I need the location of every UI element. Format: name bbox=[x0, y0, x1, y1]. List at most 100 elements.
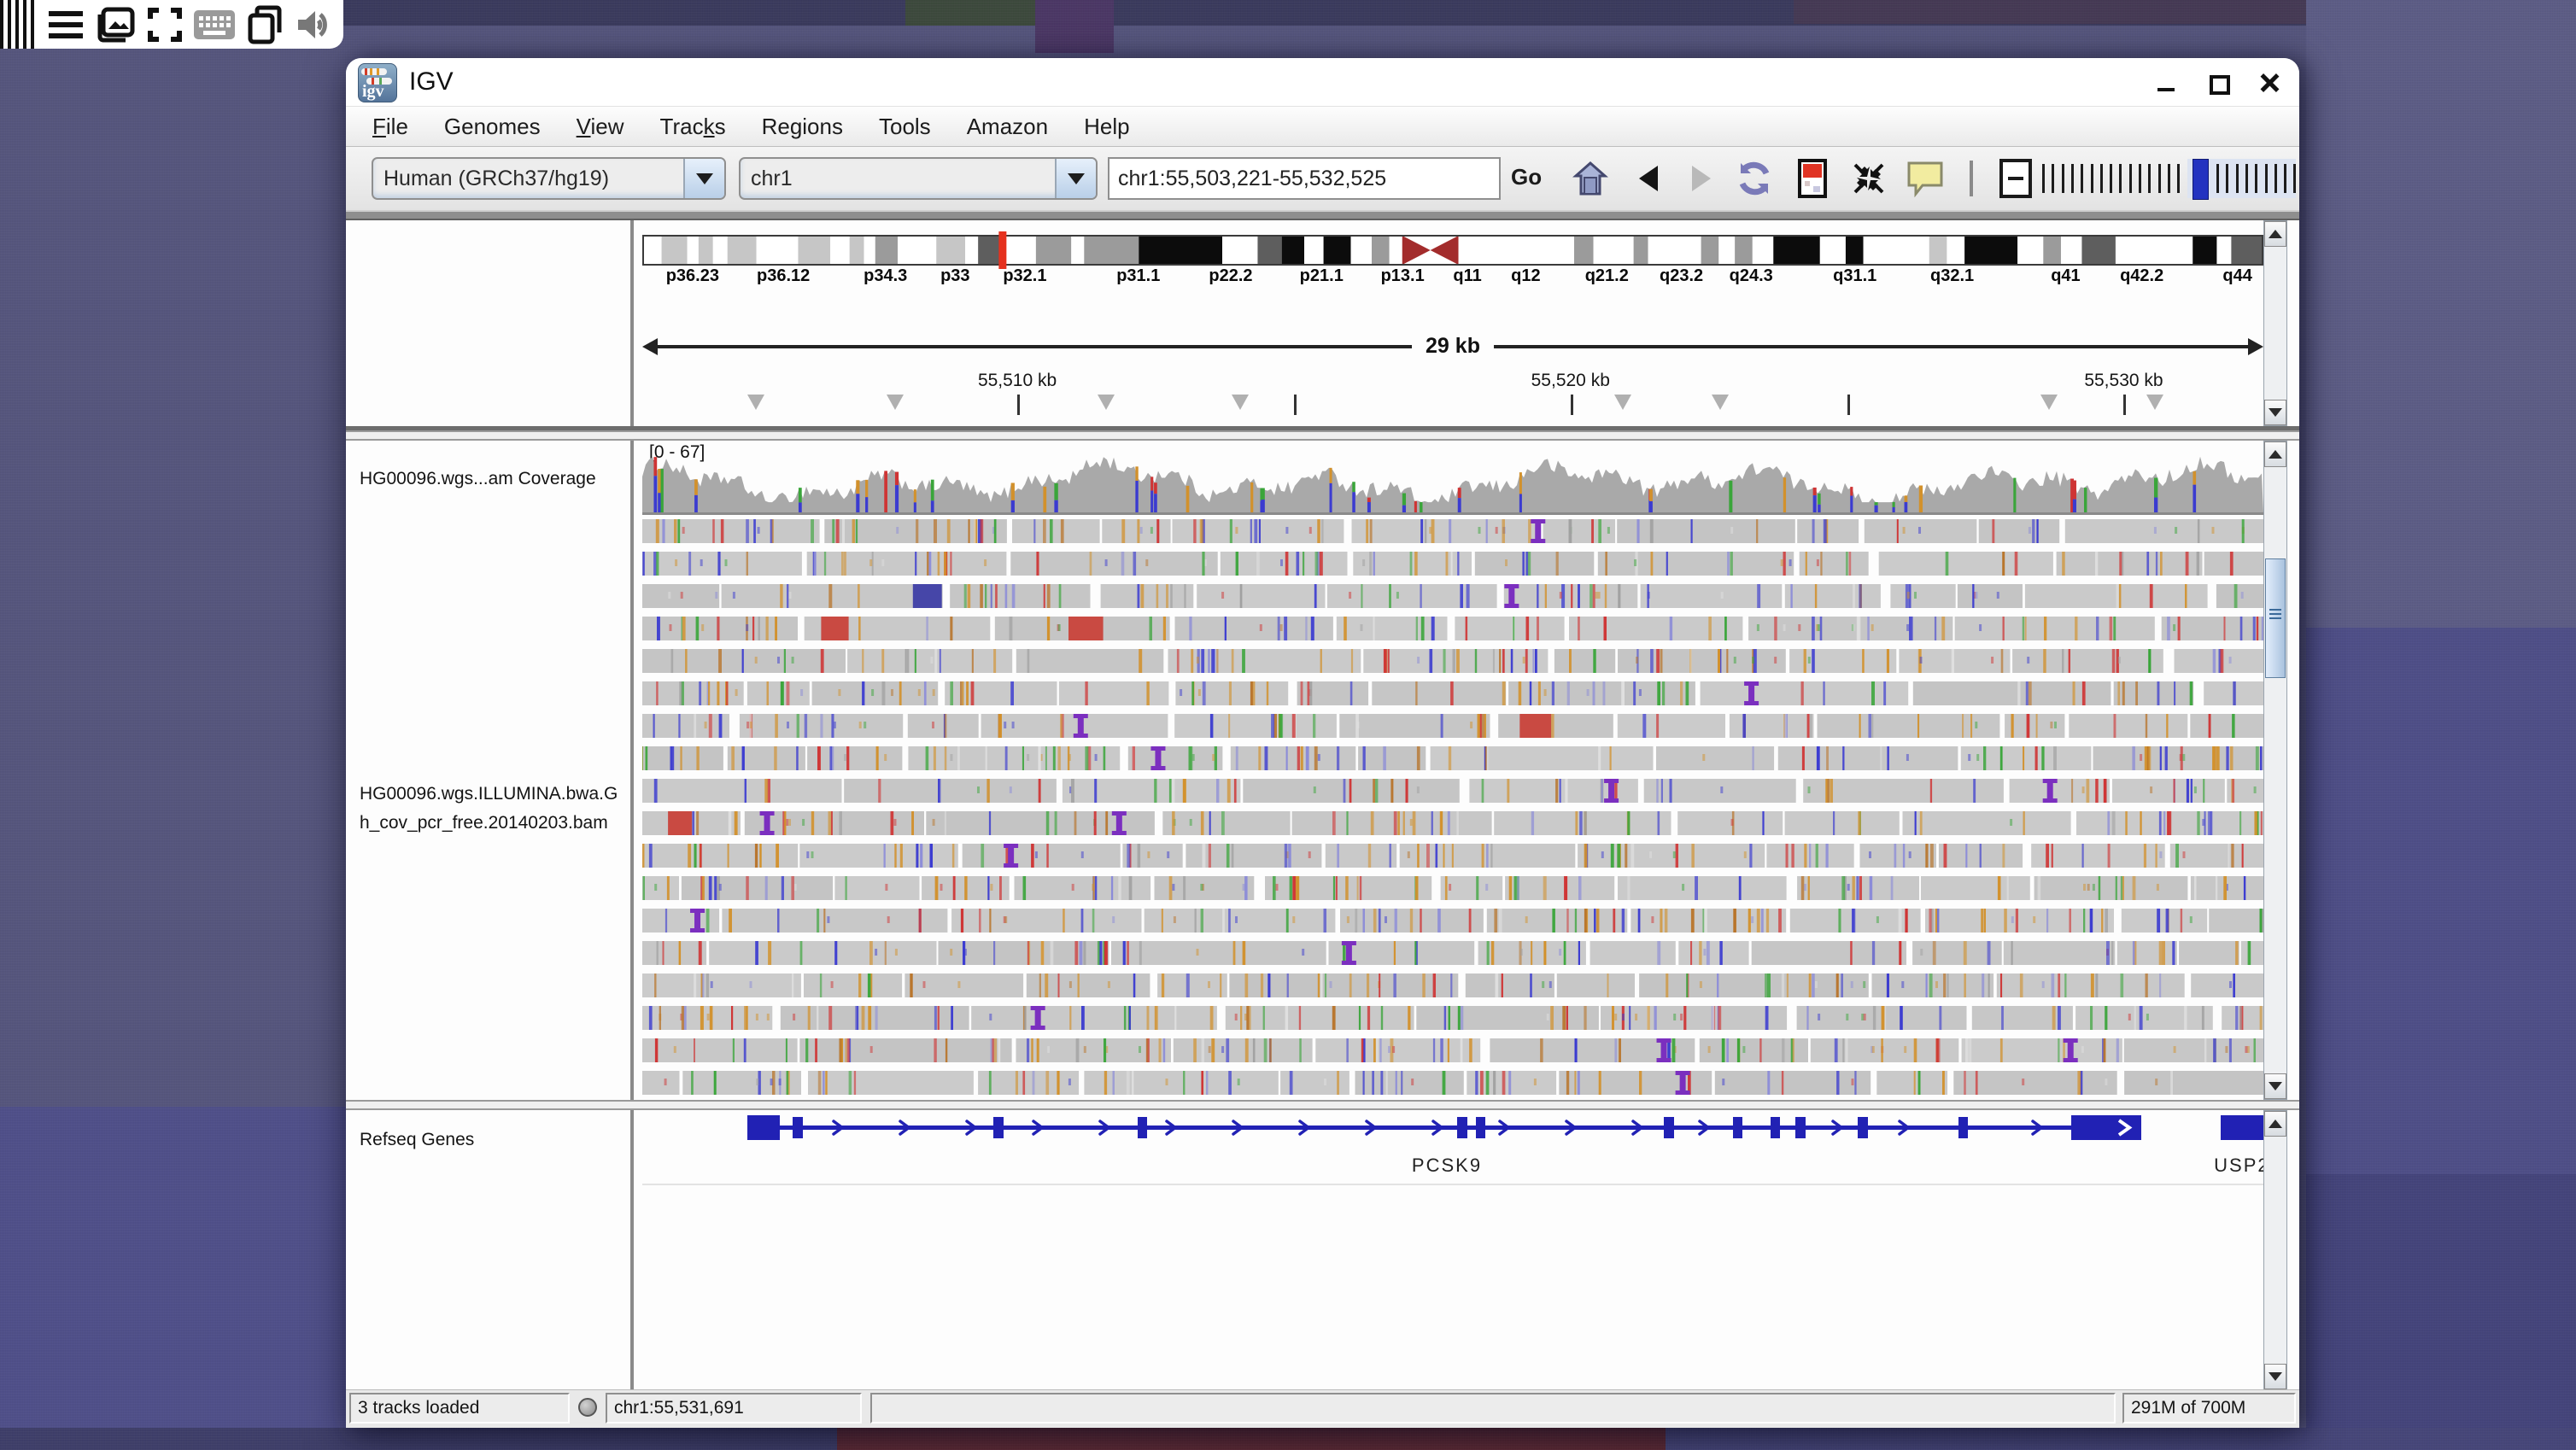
close-button[interactable] bbox=[2258, 72, 2280, 94]
read[interactable] bbox=[1557, 973, 1635, 997]
panel-splitter[interactable] bbox=[346, 430, 2299, 441]
roi-marker-icon[interactable] bbox=[747, 395, 764, 410]
menu-file[interactable]: File bbox=[354, 114, 426, 140]
zoom-tick[interactable] bbox=[2236, 164, 2239, 193]
exon[interactable] bbox=[1733, 1117, 1742, 1138]
genome-select[interactable]: Human (GRCh37/hg19) bbox=[372, 157, 726, 200]
read[interactable] bbox=[642, 941, 706, 965]
read[interactable] bbox=[844, 779, 1057, 803]
read[interactable] bbox=[1431, 746, 1654, 770]
read[interactable] bbox=[1358, 746, 1426, 770]
drag-handle-icon[interactable] bbox=[0, 0, 38, 49]
read[interactable] bbox=[642, 1071, 680, 1095]
read[interactable] bbox=[1997, 973, 2185, 997]
read[interactable] bbox=[847, 649, 1012, 673]
go-button[interactable]: Go bbox=[1511, 164, 1542, 190]
read[interactable] bbox=[2034, 876, 2188, 900]
zoom-tick[interactable] bbox=[2226, 164, 2228, 193]
read[interactable] bbox=[1012, 519, 1100, 543]
exon[interactable] bbox=[1457, 1117, 1467, 1138]
read[interactable] bbox=[799, 1038, 1011, 1062]
zoom-tick[interactable] bbox=[2139, 164, 2141, 193]
read[interactable] bbox=[642, 973, 801, 997]
read[interactable] bbox=[1778, 746, 1958, 770]
genes-track-name[interactable]: Refseq Genes bbox=[360, 1130, 474, 1150]
read[interactable] bbox=[747, 681, 810, 705]
read[interactable] bbox=[2216, 584, 2263, 608]
zoom-slider-thumb[interactable] bbox=[2193, 159, 2209, 200]
read[interactable] bbox=[1174, 714, 1337, 738]
read[interactable] bbox=[642, 844, 798, 868]
chevron-down-icon[interactable] bbox=[1055, 159, 1096, 198]
zoom-tick[interactable] bbox=[2168, 164, 2170, 193]
roi-marker-icon[interactable] bbox=[2146, 395, 2163, 410]
exon[interactable] bbox=[1138, 1117, 1147, 1138]
zoom-tick[interactable] bbox=[2265, 164, 2268, 193]
read[interactable] bbox=[1505, 876, 1614, 900]
read[interactable] bbox=[1752, 941, 1906, 965]
read[interactable] bbox=[1355, 1071, 1464, 1095]
read[interactable] bbox=[1197, 584, 1325, 608]
read[interactable] bbox=[2093, 746, 2264, 770]
exon[interactable] bbox=[993, 1117, 1004, 1138]
zoom-tick[interactable] bbox=[2284, 164, 2286, 193]
read[interactable] bbox=[1162, 811, 1290, 835]
read[interactable] bbox=[2075, 1006, 2213, 1030]
read[interactable] bbox=[1921, 876, 2030, 900]
ruler[interactable]: 29 kb55,510 kb55,520 kb55,530 kb bbox=[642, 220, 2263, 426]
define-region-button[interactable] bbox=[1791, 159, 1834, 198]
refseq-genes-track[interactable] bbox=[642, 1110, 2263, 1149]
screenshot-icon[interactable] bbox=[94, 6, 137, 44]
clipboard-icon[interactable] bbox=[243, 6, 285, 44]
zoom-tick[interactable] bbox=[2110, 164, 2112, 193]
read[interactable] bbox=[808, 1071, 974, 1095]
read[interactable] bbox=[1337, 617, 1448, 640]
read[interactable] bbox=[1961, 746, 2092, 770]
read[interactable] bbox=[1925, 909, 2114, 933]
read[interactable] bbox=[2209, 909, 2263, 933]
read[interactable] bbox=[2241, 941, 2263, 965]
read[interactable] bbox=[1504, 584, 1638, 608]
read[interactable] bbox=[1730, 714, 1814, 738]
read[interactable] bbox=[1618, 649, 1786, 673]
read[interactable] bbox=[1639, 973, 1869, 997]
read[interactable] bbox=[1157, 973, 1227, 997]
refresh-button[interactable] bbox=[1733, 159, 1776, 198]
read[interactable] bbox=[1487, 909, 1628, 933]
read[interactable] bbox=[1598, 552, 1794, 576]
fit-to-window-button[interactable] bbox=[1847, 159, 1890, 198]
read[interactable] bbox=[1953, 1071, 2116, 1095]
coverage-track[interactable] bbox=[642, 456, 2263, 512]
read[interactable] bbox=[807, 746, 902, 770]
scroll-down-button[interactable] bbox=[2264, 1364, 2286, 1389]
read[interactable] bbox=[950, 584, 1090, 608]
read[interactable] bbox=[1063, 779, 1241, 803]
read[interactable] bbox=[1475, 552, 1595, 576]
zoom-tick[interactable] bbox=[2071, 164, 2074, 193]
scroll-down-button[interactable] bbox=[2264, 1073, 2286, 1099]
read[interactable] bbox=[1618, 714, 1725, 738]
read[interactable] bbox=[1890, 584, 1955, 608]
read[interactable] bbox=[908, 714, 979, 738]
read[interactable] bbox=[1962, 1038, 2122, 1062]
read[interactable] bbox=[1372, 681, 1506, 705]
read[interactable] bbox=[2122, 909, 2207, 933]
read[interactable] bbox=[1059, 681, 1169, 705]
read[interactable] bbox=[1601, 1006, 1787, 1030]
panel-divider[interactable] bbox=[630, 220, 634, 426]
read[interactable] bbox=[1955, 617, 2155, 640]
read[interactable] bbox=[642, 714, 729, 738]
menu-amazon[interactable]: Amazon bbox=[949, 114, 1066, 140]
read[interactable] bbox=[1292, 811, 1492, 835]
read[interactable] bbox=[799, 844, 958, 868]
read[interactable] bbox=[1508, 681, 1695, 705]
read[interactable] bbox=[2117, 941, 2177, 965]
read[interactable] bbox=[1618, 876, 1787, 900]
zoom-tick[interactable] bbox=[2293, 164, 2296, 193]
read[interactable] bbox=[1872, 973, 1994, 997]
menu-genomes[interactable]: Genomes bbox=[426, 114, 559, 140]
read[interactable] bbox=[2069, 714, 2187, 738]
read[interactable] bbox=[1818, 714, 2000, 738]
read[interactable] bbox=[2004, 941, 2116, 965]
read[interactable] bbox=[2204, 552, 2263, 576]
